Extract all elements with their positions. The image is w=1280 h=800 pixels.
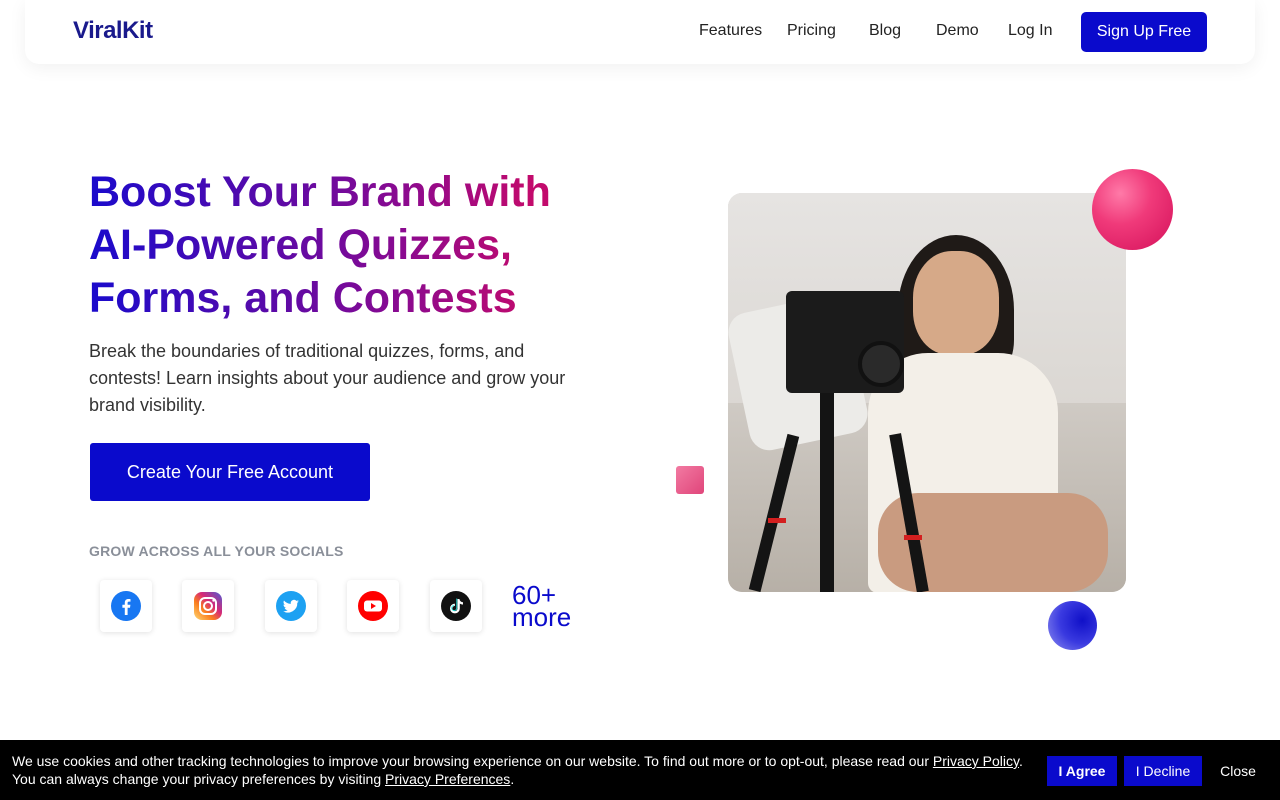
cookie-line1: We use cookies and other tracking techno… — [12, 753, 933, 769]
decorative-orb-blue — [1048, 601, 1097, 650]
cookie-text: We use cookies and other tracking techno… — [12, 752, 1042, 788]
decorative-orb-pink — [1092, 169, 1173, 250]
more-label: more — [512, 602, 572, 632]
privacy-preferences-link[interactable]: Privacy Preferences — [385, 771, 510, 787]
decorative-square — [676, 466, 704, 494]
nav-login[interactable]: Log In — [1008, 22, 1052, 40]
create-account-button[interactable]: Create Your Free Account — [90, 443, 370, 501]
signup-button[interactable]: Sign Up Free — [1081, 12, 1207, 52]
more-socials: 60+ more — [512, 582, 572, 632]
top-nav: ViralKit Features Pricing Blog Demo Log … — [25, 0, 1255, 64]
facebook-icon — [111, 591, 141, 621]
hero-image — [728, 193, 1126, 592]
logo[interactable]: ViralKit — [73, 17, 153, 45]
tiktok-icon — [441, 591, 471, 621]
cookie-line2: You can always change your privacy prefe… — [12, 771, 386, 787]
nav-blog[interactable]: Blog — [869, 22, 901, 40]
hero-headline: Boost Your Brand with AI-Powered Quizzes… — [89, 166, 609, 325]
page: ViralKit Features Pricing Blog Demo Log … — [0, 0, 1280, 800]
cookie-line1-end: . — [1018, 753, 1023, 769]
cookie-line2-end: . — [510, 771, 515, 787]
nav-demo[interactable]: Demo — [936, 22, 979, 40]
facebook-button[interactable] — [100, 580, 152, 632]
privacy-policy-link[interactable]: Privacy Policy — [933, 753, 1019, 769]
instagram-icon — [194, 592, 222, 620]
agree-button[interactable]: I Agree — [1047, 756, 1117, 786]
youtube-button[interactable] — [347, 580, 399, 632]
hero-subtext: Break the boundaries of traditional quiz… — [89, 341, 566, 415]
nav-features[interactable]: Features — [699, 22, 762, 40]
twitter-button[interactable] — [265, 580, 317, 632]
twitter-icon — [276, 591, 306, 621]
decline-button[interactable]: I Decline — [1124, 756, 1202, 786]
youtube-icon — [358, 591, 388, 621]
cookie-banner: We use cookies and other tracking techno… — [0, 740, 1280, 800]
nav-pricing[interactable]: Pricing — [787, 22, 836, 40]
instagram-button[interactable] — [182, 580, 234, 632]
tiktok-button[interactable] — [430, 580, 482, 632]
close-button[interactable]: Close — [1212, 756, 1264, 786]
socials-label: GROW ACROSS ALL YOUR SOCIALS — [89, 543, 344, 559]
